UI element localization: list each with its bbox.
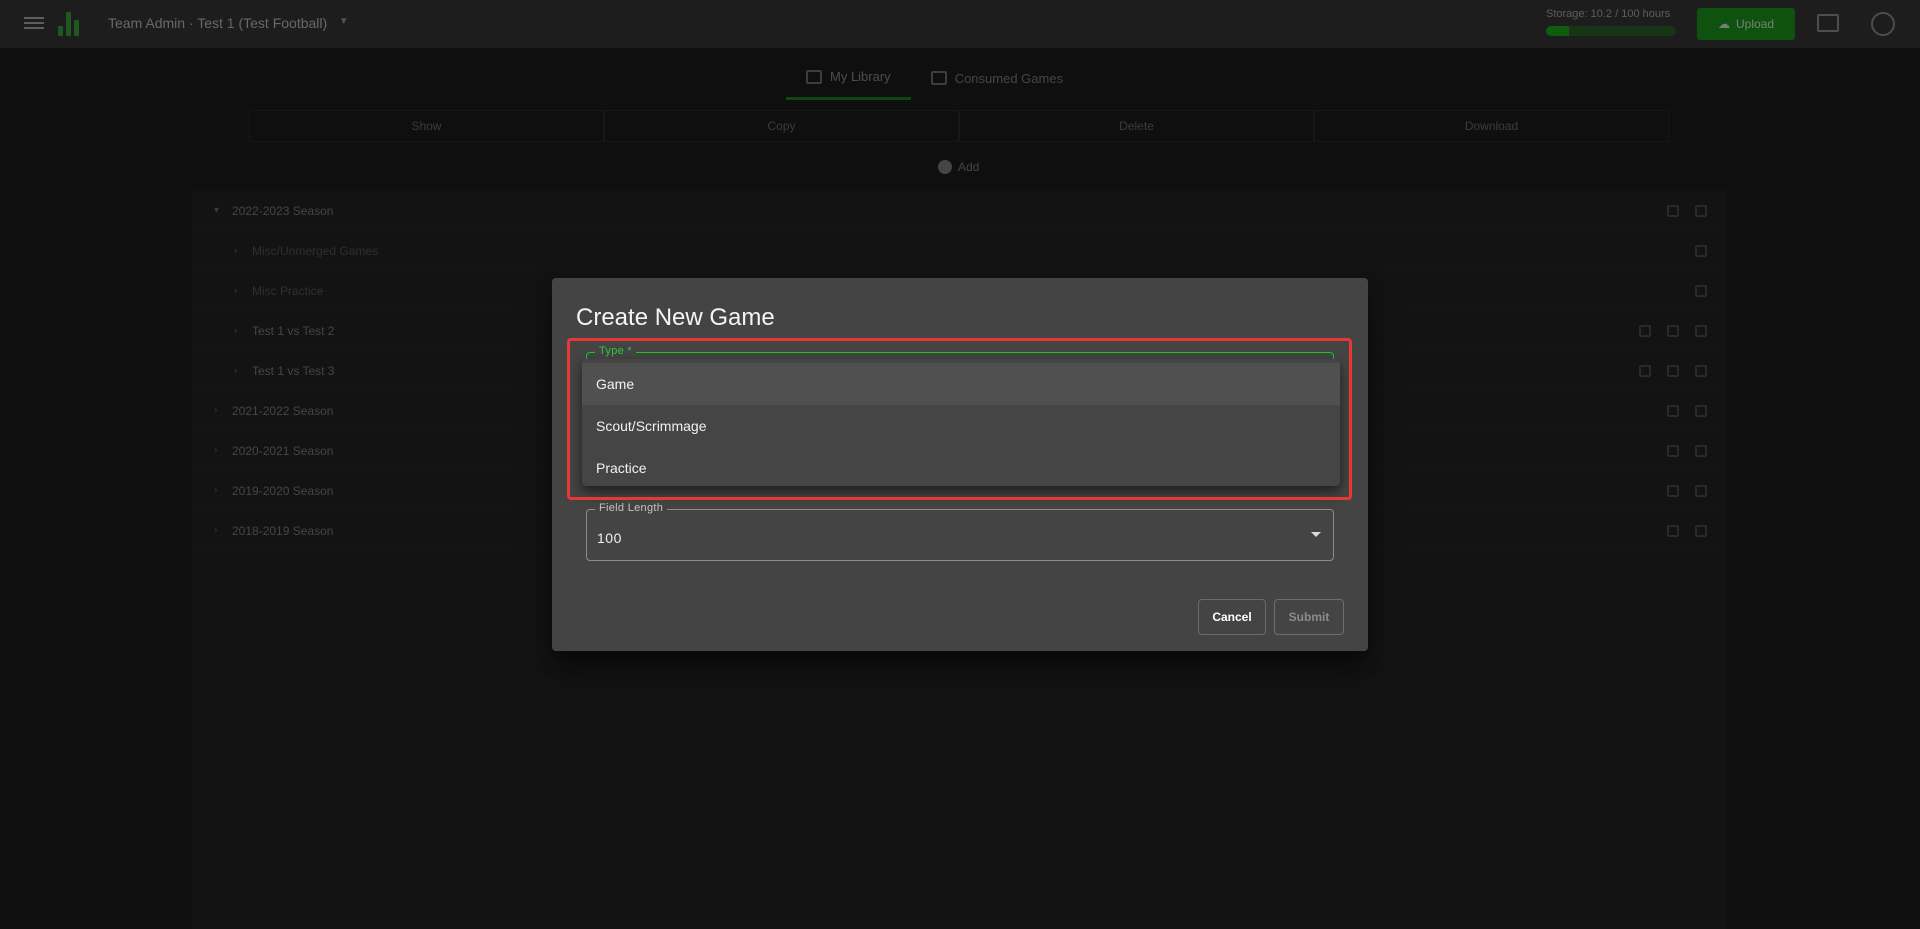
cancel-button[interactable]: Cancel: [1198, 599, 1266, 635]
submit-button[interactable]: Submit: [1274, 599, 1344, 635]
field-length-value: 100: [597, 530, 622, 546]
field-length-label: Field Length: [595, 502, 668, 514]
dialog-title: Create New Game: [576, 304, 775, 331]
dropdown-arrow-icon[interactable]: [1311, 532, 1321, 537]
field-length-select[interactable]: Field Length 100: [586, 502, 1334, 561]
annotation-highlight-box: [567, 338, 1352, 500]
